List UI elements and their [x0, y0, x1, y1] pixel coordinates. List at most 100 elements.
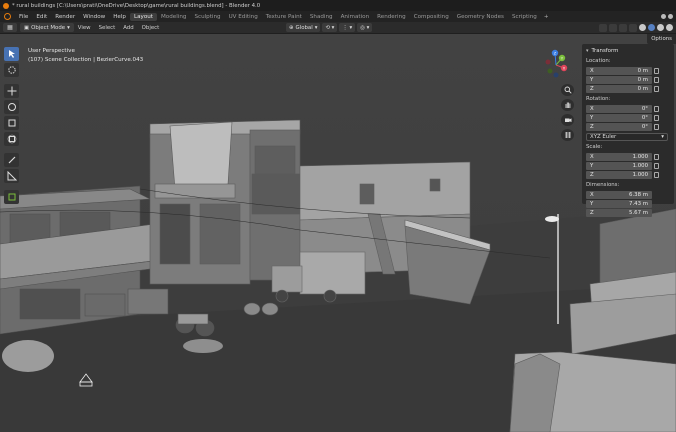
scale-label: Scale:	[586, 144, 603, 150]
blender-menu-icon[interactable]	[4, 13, 11, 20]
dimensions-z-field[interactable]: Z 5.67 m	[586, 209, 652, 217]
window-title: * rural buildings [C:\Users\prati\OneDri…	[12, 2, 261, 9]
menu-select[interactable]: Select	[95, 25, 120, 31]
view-layer-icon[interactable]	[668, 14, 673, 19]
lock-icon[interactable]	[654, 114, 659, 121]
rotation-mode-dropdown[interactable]: XYZ Euler ▾	[586, 133, 668, 141]
tool-shelf	[4, 47, 19, 204]
select-box-icon[interactable]	[4, 47, 19, 61]
location-x-field[interactable]: X0 m	[586, 67, 652, 75]
view-name: User Perspective	[28, 48, 75, 54]
tab-geometry-nodes[interactable]: Geometry Nodes	[453, 13, 508, 21]
location-z-field[interactable]: Z0 m	[586, 85, 652, 93]
menu-file[interactable]: File	[15, 14, 32, 20]
lock-icon[interactable]	[654, 171, 659, 178]
tab-rendering[interactable]: Rendering	[373, 13, 410, 21]
camera-icon[interactable]	[561, 114, 574, 126]
wireframe-shading-icon[interactable]	[639, 24, 646, 31]
gizmo-toggle-icon[interactable]	[609, 23, 617, 32]
blender-logo-icon	[3, 2, 9, 9]
transform-title: Transform	[591, 47, 619, 54]
rotation-mode-label: XYZ Euler	[590, 134, 617, 140]
lock-icon[interactable]	[654, 153, 659, 160]
rotation-label: Rotation:	[586, 96, 611, 102]
top-menubar: File Edit Render Window Help Layout Mode…	[0, 11, 676, 22]
tab-scripting[interactable]: Scripting	[508, 13, 541, 21]
cursor-icon[interactable]	[4, 63, 19, 77]
snap-toggle[interactable]: ⋮ ▾	[339, 23, 356, 32]
navigation-gizmo[interactable]: X Y Z	[540, 47, 572, 79]
move-icon[interactable]	[4, 84, 19, 98]
tab-compositing[interactable]: Compositing	[410, 13, 453, 21]
material-shading-icon[interactable]	[657, 24, 664, 31]
tab-modeling[interactable]: Modeling	[157, 13, 190, 21]
chevron-down-icon: ▾	[314, 24, 318, 31]
lock-icon[interactable]	[654, 123, 659, 130]
menu-edit[interactable]: Edit	[32, 14, 51, 20]
svg-text:Y: Y	[561, 56, 564, 61]
scale-z-field[interactable]: Z 1.000	[586, 171, 652, 179]
lock-icon[interactable]	[654, 67, 659, 74]
tab-sculpting[interactable]: Sculpting	[190, 13, 224, 21]
options-dropdown[interactable]: Options	[647, 34, 676, 44]
transform-panel-header[interactable]: ▾ Transform	[586, 46, 670, 55]
rotation-z-field[interactable]: Z 0°	[586, 123, 652, 131]
rendered-shading-icon[interactable]	[666, 24, 673, 31]
tab-layout[interactable]: Layout	[129, 12, 157, 21]
lock-icon[interactable]	[654, 162, 659, 169]
rotation-x-field[interactable]: X 0°	[586, 105, 652, 113]
lock-icon[interactable]	[654, 85, 659, 92]
pan-hand-icon[interactable]	[561, 99, 574, 111]
visibility-icon[interactable]	[599, 23, 607, 32]
scale-y-field[interactable]: Y 1.000	[586, 162, 652, 170]
tab-uv-editing[interactable]: UV Editing	[225, 13, 262, 21]
rotate-icon[interactable]	[4, 100, 19, 114]
menu-window[interactable]: Window	[79, 14, 109, 20]
foreground-cover	[183, 339, 223, 353]
add-workspace-button[interactable]: +	[541, 14, 552, 20]
svg-text:X: X	[563, 66, 566, 71]
tab-texture-paint[interactable]: Texture Paint	[262, 13, 306, 21]
tab-animation[interactable]: Animation	[337, 13, 374, 21]
overlay-toggle-icon[interactable]	[619, 23, 627, 32]
menu-add[interactable]: Add	[119, 25, 137, 31]
dimensions-x-field[interactable]: X 6.38 m	[586, 191, 652, 199]
pivot-dropdown[interactable]: ⟲ ▾	[322, 23, 338, 32]
chevron-down-icon: ▾	[67, 24, 70, 31]
3d-viewport[interactable]	[0, 34, 676, 432]
central-building	[149, 119, 301, 285]
scale-x-field[interactable]: X 1.000	[586, 153, 652, 161]
zoom-icon[interactable]	[561, 84, 574, 96]
transform-icon[interactable]	[4, 132, 19, 146]
chevron-down-icon: ▾	[586, 47, 589, 54]
xray-toggle-icon[interactable]	[629, 23, 637, 32]
scene-render	[0, 34, 676, 432]
add-cube-icon[interactable]	[4, 190, 19, 204]
scale-icon[interactable]	[4, 116, 19, 130]
location-y-field[interactable]: Y0 m	[586, 76, 652, 84]
lock-icon[interactable]	[654, 76, 659, 83]
transform-panel: ▾ Transform Location: X0 m Y0 m Z0 m Rot…	[582, 44, 674, 217]
lock-icon[interactable]	[654, 105, 659, 112]
grid-icon[interactable]	[561, 129, 574, 141]
window-controls	[661, 14, 676, 19]
menu-object[interactable]: Object	[138, 25, 164, 31]
object-mode-label: Object Mode	[31, 24, 66, 31]
orientation-dropdown[interactable]: ⊕ Global ▾	[286, 23, 321, 32]
tab-shading[interactable]: Shading	[306, 13, 337, 21]
viewport-info: User Perspective (107) Scene Collection …	[28, 47, 143, 65]
window-titlebar: * rural buildings [C:\Users\prati\OneDri…	[0, 0, 676, 11]
viewport-header: ▦ ▣ Object Mode ▾ View Select Add Object…	[0, 22, 676, 34]
proportional-edit-toggle[interactable]: ◎ ▾	[357, 23, 373, 32]
object-mode-dropdown[interactable]: ▣ Object Mode ▾	[20, 23, 74, 32]
menu-view[interactable]: View	[74, 25, 95, 31]
rotation-y-field[interactable]: Y 0°	[586, 114, 652, 122]
solid-shading-icon[interactable]	[648, 24, 655, 31]
menu-render[interactable]: Render	[51, 14, 79, 20]
annotate-icon[interactable]	[4, 153, 19, 167]
dimensions-y-field[interactable]: Y 7.43 m	[586, 200, 652, 208]
editor-type-icon[interactable]: ▦	[3, 23, 17, 32]
scene-icon[interactable]	[661, 14, 666, 19]
measure-icon[interactable]	[4, 169, 19, 183]
menu-help[interactable]: Help	[109, 14, 130, 20]
